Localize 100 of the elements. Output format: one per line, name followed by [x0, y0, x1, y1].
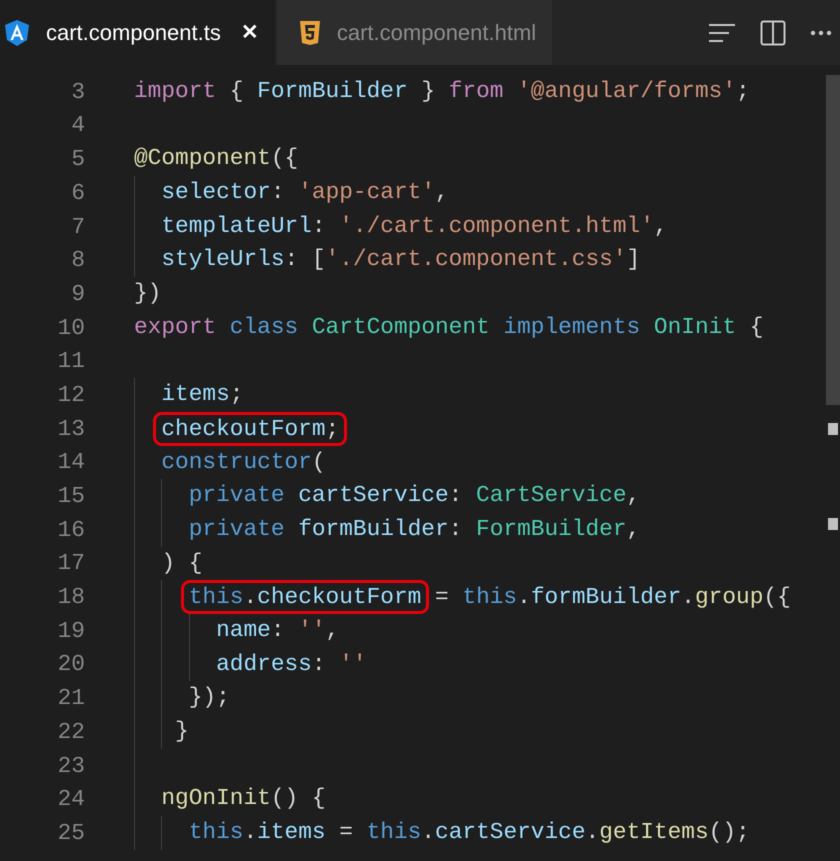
line-number: 9 [70, 280, 85, 309]
scroll-marker [828, 518, 838, 530]
line-number: 24 [56, 785, 85, 814]
code-token: checkoutForm [257, 584, 422, 610]
close-icon[interactable]: ✕ [240, 16, 259, 48]
code-punctuation: }); [188, 684, 230, 710]
line-number: 17 [56, 549, 85, 578]
html5-icon [298, 20, 321, 46]
line-number: 15 [56, 482, 85, 511]
code-token: address [216, 650, 312, 677]
code-punctuation: ({ [763, 584, 791, 610]
code-punctuation: . [517, 584, 531, 610]
line-number: 6 [70, 178, 85, 208]
line-number: 12 [56, 380, 85, 410]
line-number: 13 [56, 414, 85, 444]
code-token: FormBuilder [257, 78, 408, 104]
code-token: from [448, 78, 504, 104]
code-punctuation: . [421, 819, 436, 846]
code-punctuation: , [326, 617, 340, 643]
scroll-marker [828, 423, 838, 435]
line-number: 20 [56, 650, 85, 680]
line-number: 4 [70, 111, 85, 140]
code-punctuation: : [312, 212, 326, 239]
code-punctuation: = [339, 819, 353, 846]
code-token: styleUrls [161, 246, 284, 272]
code-punctuation: . [586, 819, 600, 846]
code-punctuation: : [312, 650, 326, 677]
code-punctuation: () { [270, 785, 326, 812]
line-number: 18 [56, 583, 85, 612]
code-punctuation: }) [134, 280, 162, 306]
code-token: this [462, 584, 518, 610]
code-token: cartService [298, 482, 449, 508]
editor-tab[interactable]: cart.component.ts ✕ [0, 0, 277, 65]
code-token: templateUrl [161, 212, 312, 239]
code-punctuation: , [435, 179, 449, 206]
code-token: class [230, 314, 298, 340]
code-punctuation: ( [312, 448, 326, 475]
code-punctuation: ] [626, 246, 640, 272]
code-punctuation: } [175, 718, 189, 744]
code-punctuation: , [626, 482, 640, 508]
line-number: 14 [56, 448, 85, 478]
line-number: 10 [56, 314, 85, 343]
code-token: formBuilder [530, 584, 682, 610]
line-number: 21 [56, 684, 85, 714]
menu-icon[interactable] [708, 22, 736, 42]
split-editor-icon[interactable] [760, 20, 786, 46]
line-number: 7 [70, 212, 85, 242]
line-number: 19 [56, 616, 85, 646]
code-token: '@angular/forms' [517, 78, 736, 104]
code-punctuation: . [243, 819, 258, 846]
code-token: './cart.component.css' [326, 246, 627, 272]
code-punctuation: { [230, 78, 244, 104]
code-token: implements [503, 314, 640, 340]
code-punctuation: ; [736, 78, 750, 104]
code-token: OnInit [654, 314, 736, 340]
code-punctuation: : [ [284, 246, 326, 272]
code-punctuation: ) { [161, 550, 202, 576]
code-token: constructor [161, 448, 312, 475]
code-token: '' [339, 650, 367, 677]
line-number: 25 [56, 818, 85, 848]
code-token: this [366, 819, 422, 846]
code-token: '' [298, 617, 326, 643]
code-token: export [134, 314, 216, 340]
line-number: 8 [70, 246, 85, 276]
code-punctuation: (); [708, 819, 750, 846]
code-token: cartService [435, 819, 586, 846]
scrollbar-thumb[interactable] [826, 75, 840, 405]
code-token: CartComponent [312, 314, 490, 340]
code-punctuation: ({ [270, 145, 298, 172]
code-token: items [161, 381, 230, 408]
line-number: 22 [56, 718, 85, 747]
code-token: ngOnInit [161, 785, 271, 812]
code-punctuation: . [681, 584, 695, 610]
angular-icon [4, 18, 30, 46]
code-token: this [188, 584, 244, 610]
code-token: group [694, 584, 764, 610]
code-token: items [257, 819, 326, 846]
code-token: import [134, 78, 216, 104]
code-token: './cart.component.html' [339, 212, 654, 239]
code-punctuation: : [270, 179, 285, 206]
code-punctuation: : [448, 482, 462, 508]
code-punctuation: ; [230, 381, 244, 408]
code-token: selector [161, 179, 271, 206]
more-icon[interactable] [810, 30, 832, 36]
code-punctuation: } [421, 78, 436, 104]
line-number: 16 [56, 516, 85, 545]
line-number: 5 [70, 145, 85, 174]
code-punctuation: . [243, 584, 258, 610]
code-token: @Component [134, 145, 271, 172]
code-token: CartService [476, 482, 627, 508]
code-punctuation: = [435, 584, 449, 610]
code-token: 'app-cart' [298, 179, 436, 206]
code-token: name [216, 617, 271, 643]
code-punctuation: : [270, 617, 285, 643]
code-token: this [188, 819, 244, 846]
code-punctuation: { [750, 314, 764, 340]
line-number: 3 [70, 78, 85, 107]
editor-tab[interactable]: cart.component.html [276, 0, 554, 65]
code-punctuation: : [448, 516, 462, 542]
code-punctuation: ; [326, 416, 340, 442]
